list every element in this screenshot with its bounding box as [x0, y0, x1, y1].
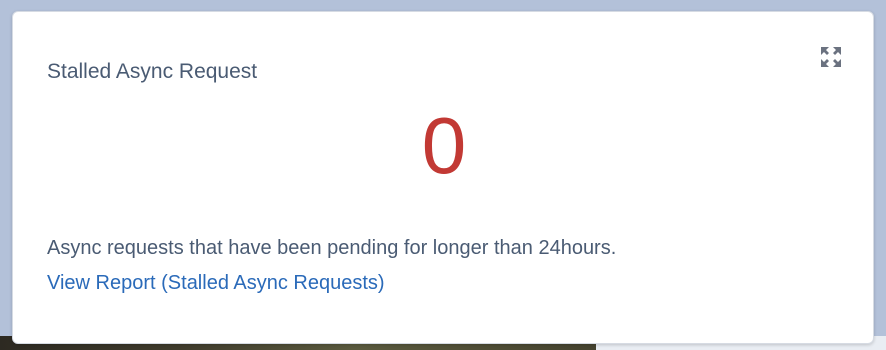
expand-button[interactable]	[819, 45, 843, 69]
card-description: Async requests that have been pending fo…	[47, 237, 617, 259]
stalled-async-request-card: Stalled Async Request 0 Async requests t…	[12, 11, 874, 344]
stalled-request-count: 0	[421, 101, 467, 190]
card-title: Stalled Async Request	[47, 60, 258, 83]
expand-arrows-icon	[821, 47, 841, 67]
view-report-link[interactable]: View Report (Stalled Async Requests)	[47, 272, 385, 295]
